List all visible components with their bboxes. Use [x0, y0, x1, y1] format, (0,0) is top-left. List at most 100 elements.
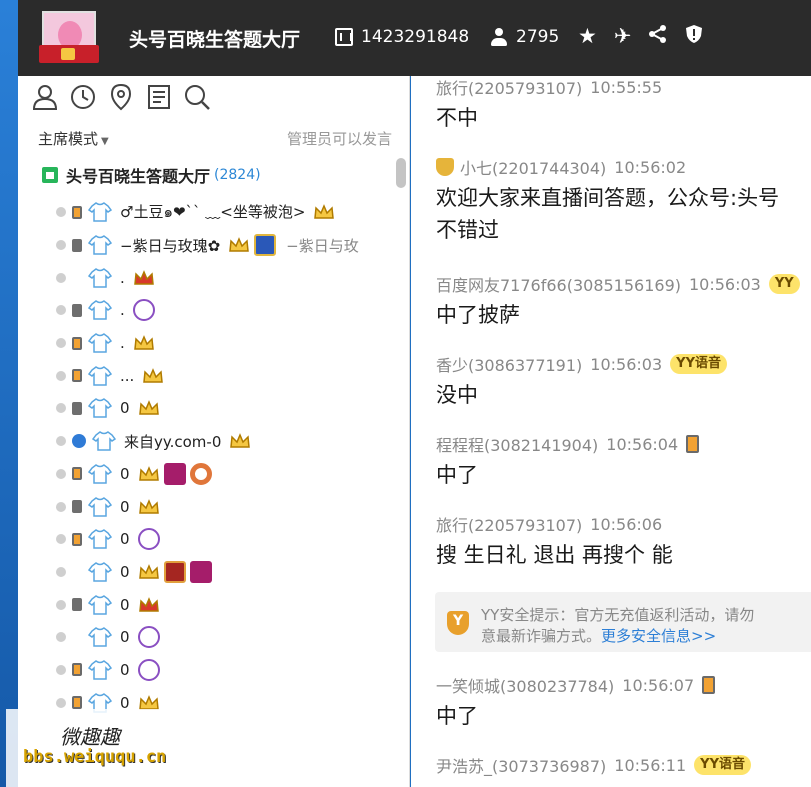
- status-dot-icon: [56, 599, 66, 610]
- security-more-link[interactable]: 更多安全信息>>: [601, 627, 716, 645]
- status-dot-icon: [56, 338, 66, 349]
- ring-badge: [189, 462, 212, 485]
- message-text: 中了: [436, 463, 478, 487]
- member-row[interactable]: 0: [56, 523, 408, 556]
- report-icon[interactable]: [685, 24, 703, 49]
- message-time: 10:56:03: [689, 274, 761, 294]
- vest-icon: [87, 528, 113, 550]
- vest-icon: [87, 594, 113, 616]
- chat-message: 尹浩苏_(3073736987) 10:56:11 YY语音: [436, 754, 751, 776]
- member-name-trailing: −紫日与玫: [286, 236, 359, 255]
- status-dot-icon: [56, 207, 66, 218]
- chat-message: 旅行(2205793107) 10:55:55 不中: [436, 76, 662, 132]
- member-row[interactable]: 0: [56, 458, 408, 491]
- message-user[interactable]: 香少(3086377191): [436, 352, 582, 376]
- member-row[interactable]: 0: [56, 556, 408, 589]
- member-row[interactable]: .: [56, 261, 408, 294]
- member-name: −紫日与玫瑰✿: [120, 236, 221, 255]
- search-icon[interactable]: [182, 82, 212, 112]
- logo-ribbon: [39, 45, 99, 63]
- share-icon[interactable]: [648, 24, 668, 49]
- red-crown-icon: [138, 596, 160, 614]
- member-row[interactable]: .: [56, 327, 408, 360]
- device-icon: [72, 663, 82, 677]
- member-panel: 主席模式 ▼ 管理员可以发言 头号百晓生答题大厅 (2824) ♂土豆๑❤`` ﹏…: [18, 76, 410, 787]
- status-dot-icon: [56, 534, 66, 545]
- purple-badge: [137, 626, 160, 649]
- chat-message: 小七(2201744304) 10:56:02 欢迎大家来直播间答题，公众号:头号…: [436, 156, 779, 244]
- message-text: 不中: [436, 106, 478, 130]
- channel-title: 头号百晓生答题大厅: [129, 29, 301, 51]
- message-user[interactable]: 小七(2201744304): [460, 155, 606, 179]
- location-icon[interactable]: [106, 82, 136, 112]
- member-list: ♂土豆๑❤`` ﹏<坐等被泡> −紫日与玫瑰✿ −紫日与玫...... 0 来自yy.c…: [56, 196, 408, 719]
- yy-client-window: 头号百晓生答题大厅 1423291848 2795 ★ ✈ 主席模式 ▼ 管理员…: [0, 0, 811, 787]
- member-row[interactable]: 0: [56, 490, 408, 523]
- device-icon: [72, 467, 82, 481]
- member-name: 0: [120, 530, 130, 549]
- message-meta: 旅行(2205793107) 10:55:55: [436, 76, 662, 99]
- member-name: ...: [120, 366, 135, 385]
- member-row[interactable]: 0: [56, 588, 408, 621]
- profile-icon[interactable]: [30, 82, 60, 112]
- member-row[interactable]: .: [56, 294, 408, 327]
- chat-message: 一笑倾城(3080237784) 10:56:07 中了: [436, 673, 716, 730]
- channel-root[interactable]: 头号百晓生答题大厅 (2824): [42, 164, 261, 186]
- device-icon: [72, 532, 82, 546]
- phone-icon: [686, 435, 700, 453]
- message-meta: 香少(3086377191) 10:56:03 YY语音: [436, 353, 727, 375]
- yy-client-icon: [72, 434, 86, 449]
- member-row[interactable]: 0: [56, 654, 408, 687]
- chat-message: 旅行(2205793107) 10:56:06 搜 生日礼 退出 再搜个 能: [436, 513, 673, 569]
- chat-message: 程程程(3082141904) 10:56:04 中了: [436, 432, 700, 489]
- message-user[interactable]: 百度网友7176f66(3085156169): [436, 272, 681, 296]
- message-meta: 一笑倾城(3080237784) 10:56:07: [436, 673, 716, 697]
- purple-badge: [132, 299, 155, 322]
- member-row[interactable]: ...: [56, 359, 408, 392]
- member-row[interactable]: −紫日与玫瑰✿ −紫日与玫: [56, 229, 408, 262]
- message-user[interactable]: 旅行(2205793107): [436, 76, 582, 99]
- user-icon: [490, 28, 508, 46]
- scrollbar-thumb[interactable]: [396, 158, 406, 188]
- crown-icon: [133, 334, 155, 352]
- admin-note: 管理员可以发言: [286, 130, 392, 148]
- airplane-icon[interactable]: ✈: [614, 24, 632, 49]
- message-time: 10:56:04: [606, 434, 679, 454]
- crown-icon: [228, 236, 250, 254]
- home-icon: [42, 167, 58, 183]
- crown-icon: [229, 432, 251, 450]
- message-time: 10:56:03: [590, 354, 663, 374]
- crown-icon: [313, 203, 335, 221]
- message-user[interactable]: 尹浩苏_(3073736987): [436, 753, 606, 777]
- vest-icon: [87, 201, 113, 223]
- vest-icon: [87, 397, 113, 419]
- member-name: 0: [120, 595, 130, 614]
- message-user[interactable]: 一笑倾城(3080237784): [436, 673, 614, 697]
- purple-badge: [137, 528, 160, 551]
- status-dot-icon: [56, 468, 66, 479]
- channel-logo[interactable]: [39, 11, 99, 65]
- device-icon: [72, 696, 82, 710]
- mode-dropdown[interactable]: 主席模式 ▼: [38, 128, 109, 149]
- message-meta: 尹浩苏_(3073736987) 10:56:11 YY语音: [436, 754, 751, 776]
- vest-icon: [87, 365, 113, 387]
- favorite-icon[interactable]: ★: [578, 24, 597, 49]
- member-row[interactable]: 0: [56, 392, 408, 425]
- member-row[interactable]: 0: [56, 621, 408, 654]
- member-name: 0: [120, 660, 130, 679]
- message-user[interactable]: 程程程(3082141904): [436, 432, 598, 456]
- vest-icon: [87, 626, 113, 648]
- member-row[interactable]: 来自yy.com-0: [56, 425, 408, 458]
- list-icon[interactable]: [144, 82, 174, 112]
- crown-icon: [138, 399, 160, 417]
- vip-icon: [436, 158, 454, 176]
- member-row[interactable]: ♂土豆๑❤`` ﹏<坐等被泡>: [56, 196, 408, 229]
- yy-voice-badge: YY语音: [694, 755, 751, 775]
- recent-icon[interactable]: [68, 82, 98, 112]
- watermark: 微趣趣 bbs.weiququ.cn: [6, 709, 210, 787]
- message-time: 10:56:11: [614, 755, 687, 775]
- message-user[interactable]: 旅行(2205793107): [436, 512, 582, 536]
- device-icon: [72, 598, 82, 612]
- status-dot-icon: [56, 272, 66, 283]
- mode-label: 主席模式: [38, 130, 99, 148]
